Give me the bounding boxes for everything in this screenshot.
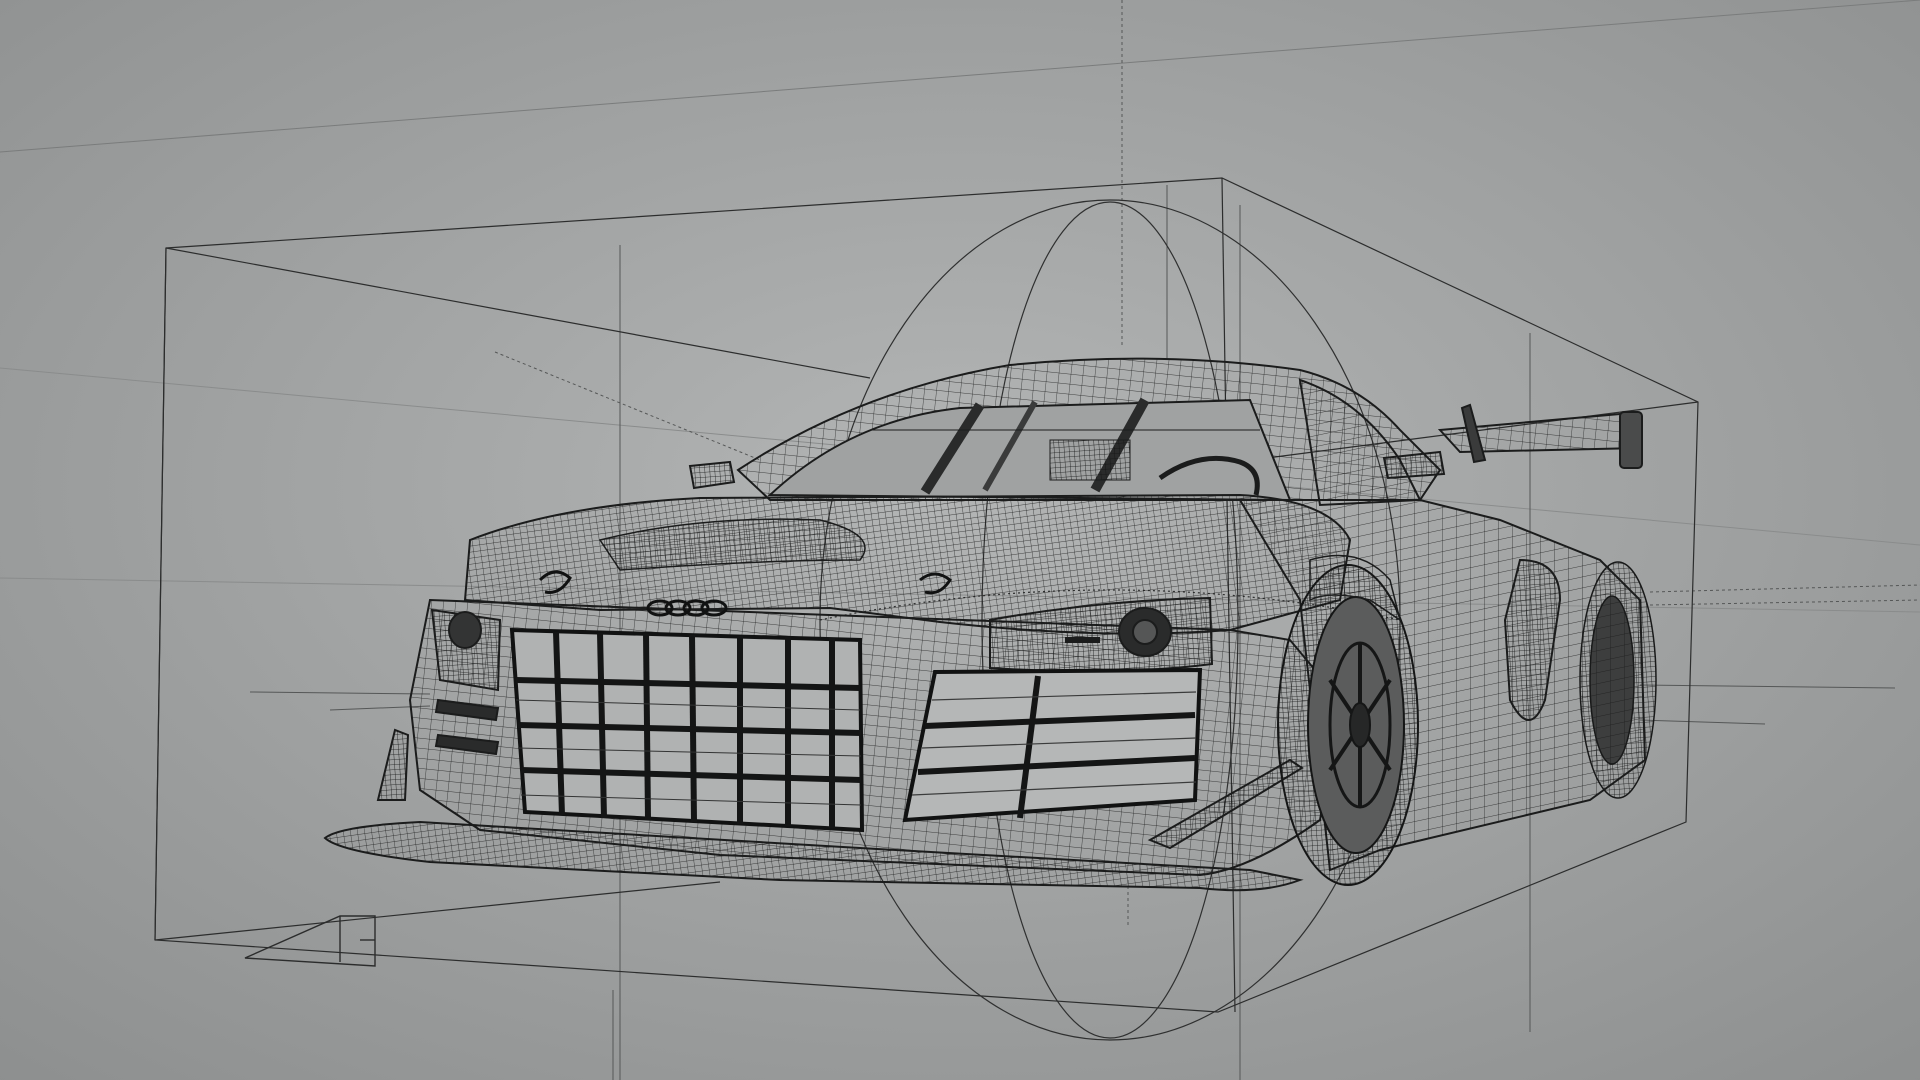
scene-canvas bbox=[0, 0, 1920, 1080]
front-grille bbox=[509, 627, 865, 833]
side-air-intake bbox=[902, 667, 1203, 823]
wireframe-viewport bbox=[0, 0, 1920, 1080]
